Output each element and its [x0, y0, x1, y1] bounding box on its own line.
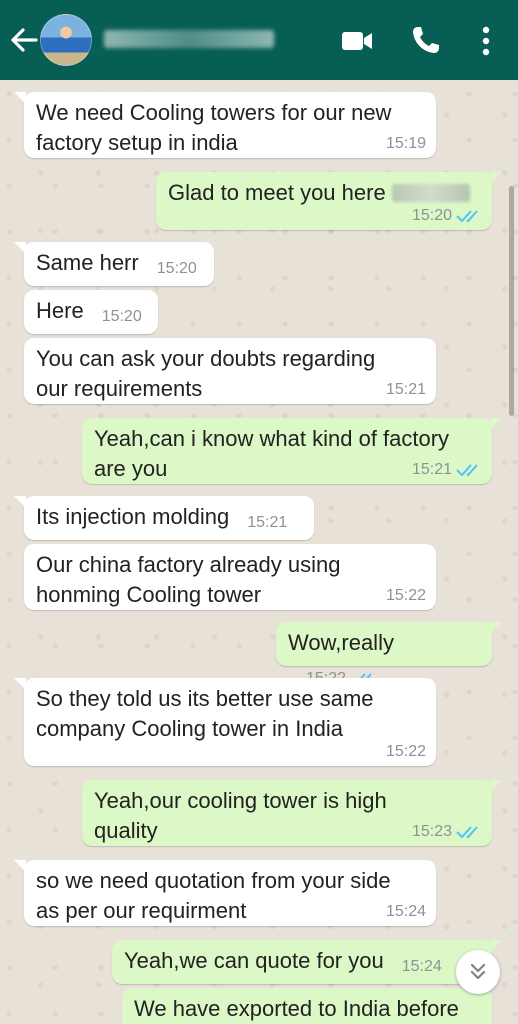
message-text: We have exported to India before [134, 996, 459, 1021]
message-time: 15:19 [385, 135, 426, 152]
message-incoming[interactable]: You can ask your doubts regarding our re… [24, 338, 436, 404]
redacted-name [391, 184, 470, 202]
arrow-left-icon[interactable] [8, 22, 40, 58]
chevrons-down-icon [470, 963, 486, 980]
message-incoming[interactable]: We need Cooling towers for our new facto… [14, 92, 436, 158]
message-outgoing[interactable]: We have exported to India before [122, 988, 492, 1024]
message-outgoing[interactable]: Yeah,our cooling tower is high quality 1… [82, 780, 502, 846]
message-time: 15:21 [385, 381, 426, 398]
message-text: Here [36, 298, 84, 323]
message-text: Same herr [36, 250, 139, 275]
message-text: Yeah,we can quote for you [124, 948, 384, 973]
contact-name-redacted[interactable] [104, 30, 274, 48]
message-meta: 15:20 [412, 206, 482, 226]
message-outgoing[interactable]: Glad to meet you here 15:20 [156, 172, 502, 230]
chat-area[interactable]: We need Cooling towers for our new facto… [0, 80, 518, 1024]
double-check-read-icon [456, 826, 478, 839]
message-incoming[interactable]: Here 15:20 [24, 290, 158, 334]
message-outgoing[interactable]: Wow,really15:22 [276, 622, 502, 687]
scroll-to-bottom-button[interactable] [456, 950, 500, 994]
phone-icon[interactable] [410, 24, 442, 56]
avatar[interactable] [40, 14, 92, 66]
message-text: Wow,really [288, 630, 394, 655]
message-incoming[interactable]: so we need quotation from your side as p… [14, 860, 436, 926]
message-incoming[interactable]: Its injection molding 15:21 [14, 496, 314, 540]
message-text: We need Cooling towers for our new facto… [36, 100, 392, 155]
message-outgoing[interactable]: Yeah,we can quote for you 15:24 [112, 940, 502, 984]
double-check-read-icon [456, 210, 478, 223]
message-time: 15:22 [385, 587, 426, 604]
message-time: 15:24 [385, 903, 426, 920]
message-text: so we need quotation from your side as p… [36, 868, 391, 923]
video-call-icon[interactable] [340, 24, 374, 58]
message-incoming[interactable]: Same herr 15:20 [14, 242, 214, 286]
message-time: 15:21 [247, 514, 288, 531]
message-incoming[interactable]: So they told us its better use same comp… [14, 678, 436, 766]
scrollbar[interactable] [509, 186, 514, 416]
double-check-read-icon [456, 464, 478, 477]
message-time: 15:20 [101, 308, 142, 325]
more-vertical-icon[interactable] [472, 24, 500, 58]
message-time: 15:22 [385, 743, 426, 760]
message-outgoing[interactable]: Yeah,can i know what kind of factory are… [82, 418, 502, 484]
message-text: So they told us its better use same comp… [36, 686, 374, 741]
message-text: Its injection molding [36, 504, 230, 529]
chat-header [0, 0, 518, 80]
message-text: Glad to meet you here [168, 178, 480, 208]
message-text: You can ask your doubts regarding our re… [36, 346, 376, 401]
message-time: 15:20 [156, 260, 197, 277]
message-incoming[interactable]: Our china factory already using honming … [24, 544, 436, 610]
message-meta: 15:24 [401, 958, 442, 975]
message-text: Our china factory already using honming … [36, 552, 341, 607]
message-meta: 15:23 [412, 822, 482, 842]
message-meta: 15:21 [412, 460, 482, 480]
